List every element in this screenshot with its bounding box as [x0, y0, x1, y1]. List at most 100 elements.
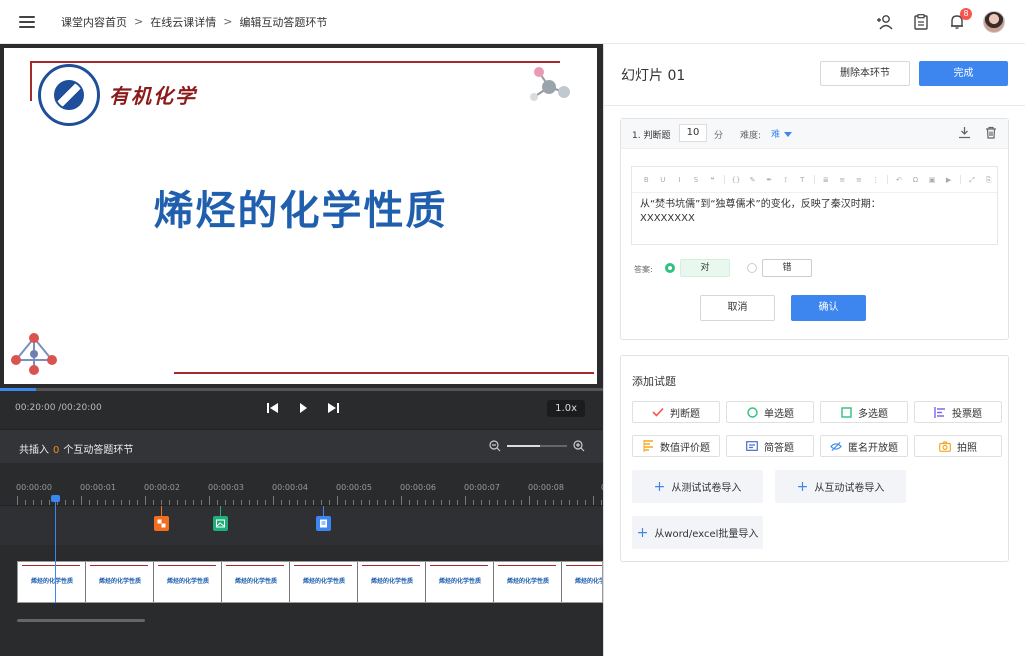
add-question-type-button[interactable]: 多选题 — [820, 401, 908, 423]
delete-section-button[interactable]: 删除本环节 — [820, 61, 910, 86]
editor-toolbar-button[interactable]: T — [794, 173, 811, 187]
question-type-label: 数值评价题 — [660, 442, 710, 454]
breadcrumb-course-detail[interactable]: 在线云课详情 — [150, 14, 216, 30]
confirm-button[interactable]: 确认 — [791, 295, 866, 321]
add-question-type-button[interactable]: 投票题 — [914, 401, 1002, 423]
zoom-out-icon[interactable] — [489, 440, 501, 452]
editor-toolbar-button[interactable]: ↶ — [891, 173, 908, 187]
slide-decor-line — [30, 61, 560, 63]
score-input[interactable]: 10 — [679, 124, 707, 142]
timeline-filmstrip[interactable]: 烯烃的化学性质 烯烃的化学性质 烯烃的化学性质 烯烃的化学性质 烯烃的化学性质 烯烃的化学… — [17, 561, 603, 603]
insert-prefix: 共插入 — [19, 445, 49, 456]
timeline-tick — [273, 496, 274, 505]
timeline-tick — [17, 496, 18, 505]
editor-toolbar-button[interactable]: ✎ — [744, 173, 761, 187]
rewind-icon[interactable] — [266, 401, 280, 415]
timeline-tick-label: 00:00:06 — [400, 483, 436, 492]
editor-toolbar-button[interactable]: I — [671, 173, 688, 187]
difficulty-dropdown[interactable]: 难 — [771, 127, 793, 140]
editor-toolbar-button[interactable]: ≣ — [817, 173, 834, 187]
timeline-tick-label: 00:00:04 — [272, 483, 308, 492]
toolbar-separator — [959, 175, 961, 184]
cancel-button[interactable]: 取消 — [700, 295, 775, 321]
timeline-marker-essay[interactable] — [316, 516, 331, 531]
editor-toolbar-button[interactable]: Ω — [907, 173, 924, 187]
filmstrip-frame[interactable]: 烯烃的化学性质 — [154, 562, 222, 602]
chevron-down-icon — [784, 132, 793, 137]
timeline-marker-vote[interactable] — [154, 516, 169, 531]
timeline-ruler[interactable]: 00:00:00 00:00:01 00:00:02 00:00:03 00:00:04… — [0, 463, 603, 505]
rating-list-icon — [642, 440, 654, 452]
add-question-type-button[interactable]: 匿名开放题 — [820, 435, 908, 457]
filmstrip-frame[interactable]: 烯烃的化学性质 — [86, 562, 154, 602]
editor-toolbar-button[interactable]: S — [688, 173, 705, 187]
timeline-playhead-handle[interactable] — [51, 495, 60, 502]
download-icon[interactable] — [958, 126, 971, 139]
menu-icon[interactable] — [19, 15, 35, 28]
add-question-type-button[interactable]: 判断题 — [632, 401, 720, 423]
editor-toolbar-button[interactable]: U — [655, 173, 672, 187]
insert-summary-text: 共插入 0 个互动答题环节 — [19, 441, 133, 456]
batch-import-button[interactable]: + 从word/excel批量导入 — [632, 516, 763, 549]
forward-icon[interactable] — [326, 401, 340, 415]
import-from-interactive-button[interactable]: + 从互动试卷导入 — [775, 470, 906, 503]
zoom-slider[interactable] — [507, 445, 567, 447]
add-question-type-button[interactable]: 单选题 — [726, 401, 814, 423]
timeline-playhead[interactable] — [55, 495, 56, 603]
editor-toolbar-button[interactable]: {} — [728, 173, 745, 187]
answer-false-radio[interactable] — [747, 263, 757, 273]
question-type-label: 拍照 — [957, 442, 977, 454]
clipboard-icon[interactable] — [911, 12, 931, 32]
user-avatar[interactable] — [983, 11, 1005, 33]
editor-toolbar-button[interactable]: B — [638, 173, 655, 187]
editor-toolbar-button[interactable]: ⋮ — [867, 173, 884, 187]
slide-decor-line — [30, 61, 32, 101]
editor-toolbar-button[interactable]: ✒ — [761, 173, 778, 187]
bell-icon[interactable]: 8 — [947, 8, 972, 32]
filmstrip-frame[interactable]: 烯烃的化学性质 — [562, 562, 602, 602]
editor-toolbar-button[interactable]: ⎘ — [980, 173, 997, 187]
editor-toolbar-button[interactable]: ⟟ — [777, 173, 794, 187]
breadcrumb-current: 编辑互动答题环节 — [239, 15, 328, 29]
editor-toolbar-button[interactable]: ⤢ — [964, 173, 981, 187]
filmstrip-frame[interactable]: 烯烃的化学性质 — [358, 562, 426, 602]
timeline-marker-photo[interactable] — [213, 516, 228, 531]
question-rich-text-editor[interactable]: B U I S ❝{} ✎ ✒ ⟟ T ≣ ≡ ≡ ⋮ ↶ Ω ▣ ▶ ⤢ ⎘ 从“焚书坑儒”到“独尊儒术”的变化，… — [631, 166, 998, 245]
editor-toolbar-button[interactable]: ▣ — [924, 173, 941, 187]
frame-decor-line — [498, 565, 556, 566]
answer-true-option[interactable]: 对 — [680, 259, 730, 277]
plus-icon: + — [796, 478, 809, 495]
playback-speed-selector[interactable]: 1.0x — [547, 400, 585, 417]
filmstrip-frame[interactable]: 烯烃的化学性质 — [290, 562, 358, 602]
editor-toolbar-button[interactable]: ≡ — [851, 173, 868, 187]
filmstrip-frame[interactable]: 烯烃的化学性质 — [18, 562, 86, 602]
anonymous-eye-icon — [830, 440, 842, 452]
import-from-test-button[interactable]: + 从测试试卷导入 — [632, 470, 763, 503]
add-question-type-button[interactable]: 拍照 — [914, 435, 1002, 457]
play-icon[interactable] — [296, 401, 310, 415]
difficulty-value: 难 — [771, 130, 781, 140]
add-question-type-button[interactable]: 简答题 — [726, 435, 814, 457]
breadcrumb-home[interactable]: 课堂内容首页 — [61, 14, 127, 30]
add-question-type-button[interactable]: 数值评价题 — [632, 435, 720, 457]
zoom-in-icon[interactable] — [573, 440, 585, 452]
answer-true-radio[interactable] — [665, 263, 675, 273]
editor-toolbar-button[interactable]: ≡ — [834, 173, 851, 187]
timeline-tick-label: 00:00:05 — [336, 483, 372, 492]
frame-title: 烯烃的化学性质 — [438, 578, 481, 585]
filmstrip-frame[interactable]: 烯烃的化学性质 — [494, 562, 562, 602]
editor-toolbar-button[interactable]: ❝ — [704, 173, 721, 187]
trash-icon[interactable] — [985, 126, 997, 139]
timeline-tick-label: 00:00:07 — [464, 483, 500, 492]
panel-header: 幻灯片 01 删除本环节 完成 — [604, 44, 1025, 106]
question-text[interactable]: 从“焚书坑儒”到“独尊儒术”的变化，反映了秦汉时期： XXXXXXXX — [632, 193, 997, 231]
editor-toolbar-button[interactable]: ▶ — [940, 173, 957, 187]
answer-false-option[interactable]: 错 — [762, 259, 812, 277]
timeline-tick — [401, 496, 402, 505]
timeline-markers-track — [0, 505, 603, 545]
filmstrip-frame[interactable]: 烯烃的化学性质 — [426, 562, 494, 602]
filmstrip-frame[interactable]: 烯烃的化学性质 — [222, 562, 290, 602]
timeline-scrollbar[interactable] — [17, 619, 145, 622]
add-user-icon[interactable] — [875, 12, 895, 32]
done-button[interactable]: 完成 — [919, 61, 1008, 86]
